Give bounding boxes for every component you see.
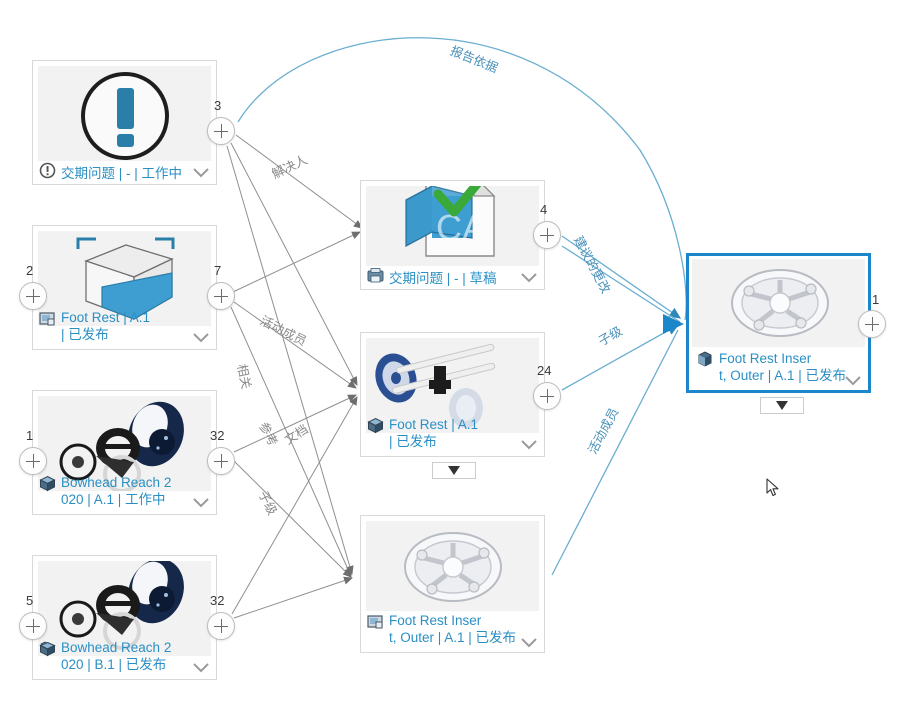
edge-label-related: 相关	[234, 362, 254, 391]
node-label: 交期问题 | - | 工作中	[39, 165, 194, 182]
node-label: Bowhead Reach 2 020 | A.1 | 工作中	[39, 474, 194, 508]
expand-plus-foot-rest-a1-right[interactable]	[207, 282, 235, 310]
node-label-line1: Bowhead Reach 2	[61, 640, 172, 655]
expand-count-bowhead-b1-left: 5	[26, 593, 34, 608]
edge-label-report-basis: 报告依据	[448, 43, 500, 76]
node-foot-rest-assembly[interactable]: Foot Rest | A.1 | 已发布	[360, 332, 545, 457]
expand-count-bowhead-a1-right: 32	[210, 428, 225, 443]
node-insert-outer-selected[interactable]: Foot Rest Inser t, Outer | A.1 | 已发布	[686, 253, 871, 393]
node-thumbnail	[38, 66, 211, 161]
edge-label-proposed-change: 建议的更改	[571, 233, 613, 296]
node-insert-outer-left[interactable]: Foot Rest Inser t, Outer | A.1 | 已发布	[360, 515, 545, 653]
edge-label-child-right: 子级	[596, 323, 625, 349]
edge-label-resolver: 解决人	[269, 152, 310, 182]
expand-plus-bowhead-a1-right[interactable]	[207, 447, 235, 475]
expand-plus-bowhead-a1-left[interactable]	[19, 447, 47, 475]
node-foot-rest-a1[interactable]: Foot Rest | A.1 | 已发布	[32, 225, 217, 350]
graph-canvas[interactable]: 报告依据 解决人 建议的更改 子级 活动成员 活动成员 相关 参考 文档 子级 …	[0, 0, 899, 704]
node-label: 交期问题 | - | 草稿	[367, 270, 522, 287]
expand-plus-insert-outer-selected-right[interactable]	[858, 310, 886, 338]
node-label-line1: Foot Rest | A.1	[389, 417, 479, 432]
chevron-down-icon[interactable]	[519, 438, 539, 452]
node-thumbnail: CA	[366, 186, 539, 266]
svg-text:CA: CA	[436, 207, 486, 248]
expand-count-insert-outer-selected-right: 1	[872, 292, 880, 307]
expand-count-issue-wip-right: 3	[214, 98, 222, 113]
expand-count-issue-draft-right: 4	[540, 202, 548, 217]
chevron-down-icon[interactable]	[843, 374, 863, 388]
expand-count-bowhead-a1-left: 1	[26, 428, 34, 443]
chevron-down-icon[interactable]	[191, 331, 211, 345]
expand-count-foot-rest-assembly-right: 24	[537, 363, 552, 378]
node-label-line1: Foot Rest | A.1	[61, 310, 151, 325]
expand-count-foot-rest-a1-left: 2	[26, 263, 34, 278]
node-label: Bowhead Reach 2 020 | B.1 | 已发布	[39, 639, 194, 673]
chevron-down-icon[interactable]	[519, 636, 539, 650]
expander-insert-outer-selected[interactable]	[760, 397, 804, 414]
node-thumbnail	[366, 521, 539, 611]
edge-label-reference: 参考	[256, 419, 281, 449]
expand-plus-bowhead-b1-left[interactable]	[19, 612, 47, 640]
node-label: Foot Rest Inser t, Outer | A.1 | 已发布	[367, 612, 522, 646]
chevron-down-icon[interactable]	[191, 661, 211, 675]
expand-count-foot-rest-a1-right: 7	[214, 263, 222, 278]
node-thumbnail	[692, 259, 865, 347]
edge-label-active-member-right: 活动成员	[585, 405, 622, 457]
expand-plus-bowhead-b1-right[interactable]	[207, 612, 235, 640]
node-label-line2: 020 | A.1 | 工作中	[61, 492, 166, 507]
chevron-down-icon[interactable]	[519, 271, 539, 285]
expand-count-bowhead-b1-right: 32	[210, 593, 225, 608]
expand-plus-issue-draft-right[interactable]	[533, 221, 561, 249]
expand-plus-foot-rest-assembly-right[interactable]	[533, 382, 561, 410]
node-label-line2: t, Outer | A.1 | 已发布	[719, 368, 847, 383]
chevron-down-icon[interactable]	[191, 166, 211, 180]
node-label-line2: t, Outer | A.1 | 已发布	[389, 630, 517, 645]
mouse-pointer-icon	[766, 478, 780, 498]
node-bowhead-b1[interactable]: Bowhead Reach 2 020 | B.1 | 已发布	[32, 555, 217, 680]
node-label-line2: | 已发布	[389, 434, 437, 449]
chevron-down-icon[interactable]	[191, 496, 211, 510]
expander-foot-rest-assembly[interactable]	[432, 462, 476, 479]
expand-plus-foot-rest-a1-left[interactable]	[19, 282, 47, 310]
node-issue-draft[interactable]: CA 交期问题 | - | 草稿	[360, 180, 545, 290]
node-bowhead-a1[interactable]: Bowhead Reach 2 020 | A.1 | 工作中	[32, 390, 217, 515]
edge-label-active-member-left: 活动成员	[257, 313, 309, 349]
node-label-line1: Foot Rest Inser	[719, 351, 812, 366]
node-label-line2: 020 | B.1 | 已发布	[61, 657, 167, 672]
node-label-line1: 交期问题 | - | 工作中	[61, 166, 183, 181]
node-label-line2: | 已发布	[61, 327, 109, 342]
expand-plus-issue-wip-right[interactable]	[207, 117, 235, 145]
node-label: Foot Rest Inser t, Outer | A.1 | 已发布	[697, 350, 856, 384]
node-label-line1: Bowhead Reach 2	[61, 475, 172, 490]
node-issue-wip[interactable]: 交期问题 | - | 工作中	[32, 60, 217, 185]
node-label-line1: 交期问题 | - | 草稿	[389, 271, 497, 286]
edge-label-child-left: 子级	[255, 488, 280, 518]
node-label-line1: Foot Rest Inser	[389, 613, 482, 628]
node-label: Foot Rest | A.1 | 已发布	[367, 416, 522, 450]
node-label: Foot Rest | A.1 | 已发布	[39, 309, 194, 343]
edge-label-document: 文档	[282, 422, 311, 448]
